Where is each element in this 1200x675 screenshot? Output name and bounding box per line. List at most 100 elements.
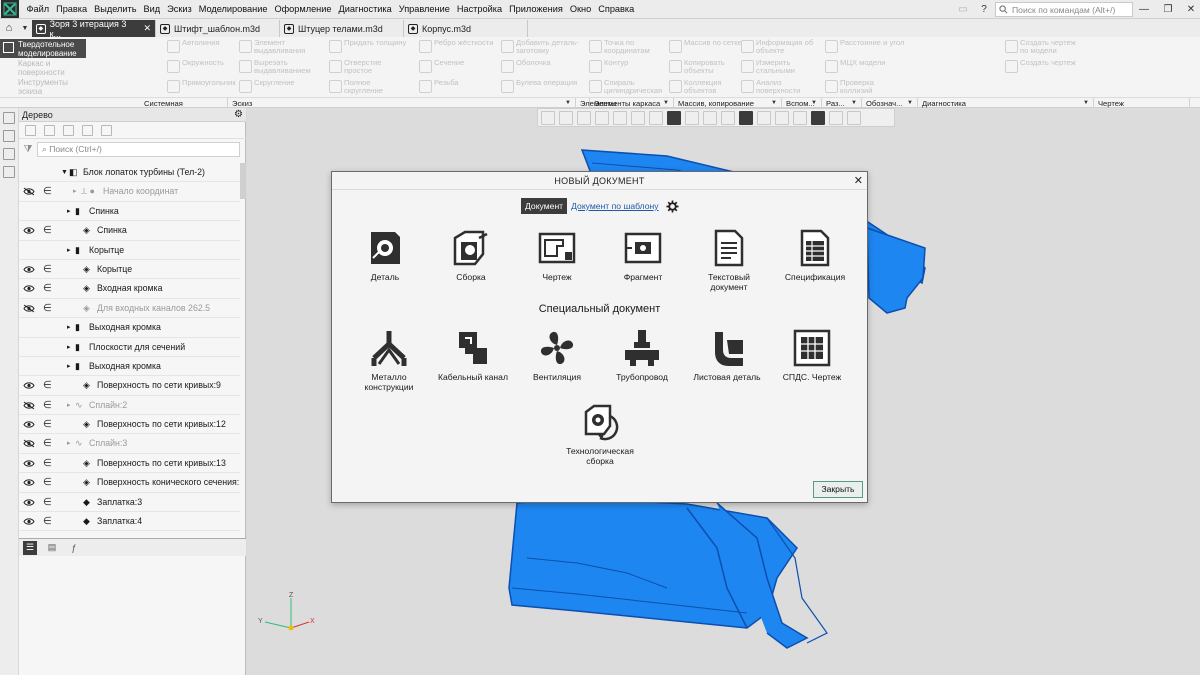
ribbon-tool[interactable]: Коллекция объектов [668,79,750,95]
close-tab-icon[interactable]: ✕ [143,23,151,34]
app-logo-icon[interactable] [1,0,19,18]
document-type-spds-drawing[interactable]: СПДС. Чертеж [772,328,852,382]
eye-icon[interactable] [23,226,35,235]
expand-icon[interactable]: ▸ [67,241,71,259]
tree-row[interactable]: ∈ ◈ Поверхность по сети кривых:12 [19,415,240,435]
parameters-icon[interactable] [3,148,15,160]
tree-row[interactable]: ∈ ◈ Поверхность конического сечения: [19,473,240,493]
ribbon-tool[interactable]: Скругление [238,79,320,93]
menu-item-12[interactable]: Справка [595,0,638,19]
tree-row[interactable]: ▸ ▮ Выходная кромка [19,357,240,377]
menu-item-4[interactable]: Эскиз [164,0,196,19]
tree-row[interactable]: ∈ ◆ Заплатка:3 [19,493,240,513]
include-icon[interactable]: ∈ [43,493,52,511]
ribbon-tool[interactable]: Создать чертеж по модели [1004,39,1086,55]
tab-document[interactable]: Документ [521,198,568,214]
menu-item-2[interactable]: Выделить [91,0,140,19]
ribbon-tool[interactable]: Вырезать выдавливанием [238,59,320,75]
close-window-button[interactable]: ✕ [1180,0,1200,19]
selection-mode-icon[interactable] [739,110,753,125]
menu-item-0[interactable]: Файл [23,0,53,19]
ribbon-tool[interactable]: Булева операция [500,79,582,93]
ribbon-tool[interactable]: Анализ поверхности [740,79,822,95]
tree-row[interactable]: ▸ ▮ Спинка [19,202,240,222]
tree-row[interactable]: ▸ ▮ Выходная кромка [19,318,240,338]
expand-icon[interactable]: ▸ [67,338,71,356]
ribbon-tool[interactable]: Создать чертеж [1004,59,1086,73]
document-type-metal-structures[interactable]: Металло конструкции [349,328,429,392]
ribbon-tool[interactable]: Сечение [418,59,500,73]
zoom-icon[interactable] [541,110,555,125]
tree-row[interactable]: ∈ ◈ Поверхность по сети кривых:9 [19,376,240,396]
ribbon-tool[interactable]: Резьба [418,79,500,93]
document-type-technological-assembly[interactable]: Технологическая сборка [560,402,640,466]
document-type-part[interactable]: Деталь [345,228,425,282]
tree-row[interactable]: ∈ ◆ Заплатка:4 [19,512,240,532]
ribbon-tool[interactable]: Массив по сетке [668,39,750,53]
menu-item-6[interactable]: Оформление [271,0,335,19]
tree-group-icon[interactable] [63,124,74,136]
menu-item-5[interactable]: Моделирование [195,0,271,19]
tree-row[interactable]: ▼ ◧ Блок лопаток турбины (Тел-2) [19,163,240,183]
render-icon[interactable] [775,110,789,125]
include-icon[interactable]: ∈ [43,260,52,278]
properties-icon[interactable] [3,130,15,142]
include-icon[interactable]: ∈ [43,182,52,200]
tab-document-1[interactable]: ◆ Зоря 3 итерация 3 к... ✕ [32,19,156,39]
tab-list-dropdown-icon[interactable]: ▼ [18,19,32,37]
shaded-display-icon[interactable] [667,110,681,125]
tree-row[interactable]: ∈ ◈ Корытце [19,260,240,280]
ribbon-tool[interactable]: Элемент выдавливания [238,39,320,55]
tree-structure-icon[interactable] [25,124,36,136]
home-icon[interactable]: ⌂ [0,19,18,37]
tree-filter-icon[interactable] [82,124,93,136]
settings-gear-icon[interactable] [666,199,679,213]
eye-hidden-icon[interactable] [23,187,35,196]
ribbon-tool[interactable]: Копировать объекты [668,59,750,75]
tree-tab-structure-icon[interactable]: ☰ [23,540,37,555]
measure-icon[interactable] [847,110,861,125]
close-icon[interactable]: ✕ [854,174,863,187]
mode-surfaces[interactable]: Каркас и поверхности [0,59,86,77]
document-type-specification[interactable]: Спецификация [775,228,855,282]
tree-scrollbar[interactable] [240,163,246,199]
collapse-icon[interactable]: ▼ [61,163,68,181]
document-type-pipeline[interactable]: Трубопровод [602,328,682,382]
command-search-input[interactable]: Поиск по командам (Alt+/) [995,2,1133,17]
tree-list-icon[interactable] [44,124,55,136]
tree-row[interactable]: ▸ ▮ Корытце [19,241,240,260]
include-icon[interactable]: ∈ [43,279,52,297]
tree-row[interactable]: ∈ ◈ Для входных каналов 262.5 [19,299,240,319]
eye-icon[interactable] [23,478,35,487]
tree-row[interactable]: ∈ ◈ Входная кромка [19,279,240,299]
include-icon[interactable]: ∈ [43,473,52,491]
ribbon-tool[interactable]: Оболочка [500,59,582,73]
ribbon-tool[interactable]: МЦХ модели [824,59,906,73]
light-icon[interactable] [793,110,807,125]
include-icon[interactable]: ∈ [43,221,52,239]
menu-item-11[interactable]: Окно [566,0,594,19]
tree-search-input[interactable]: ⌕ Поиск (Ctrl+/) [37,141,240,157]
include-icon[interactable]: ∈ [43,454,52,472]
menu-item-10[interactable]: Приложения [506,0,567,19]
tree-layers-icon[interactable] [101,124,112,136]
ribbon-tool[interactable]: Информация об объекте [740,39,822,55]
expand-icon[interactable]: ▸ [67,202,71,220]
include-icon[interactable]: ∈ [43,415,52,433]
tree-row[interactable]: ∈ ▸ ∿ Сплайн:2 [19,396,240,416]
document-type-drawing[interactable]: Чертеж [517,228,597,282]
filter-selection-icon[interactable] [811,110,825,125]
eye-icon[interactable] [23,284,35,293]
ribbon-tool[interactable]: Спираль цилиндрическая [588,79,670,95]
document-type-fragment[interactable]: Фрагмент [603,228,683,282]
orientation-icon[interactable] [631,110,645,125]
include-icon[interactable]: ∈ [43,299,52,317]
tree-row[interactable]: ▸ ▮ Плоскости для сечений [19,338,240,357]
tab-document-3[interactable]: ◆ Штуцер телами.m3d [280,20,404,37]
eye-icon[interactable] [23,498,35,507]
tree-tab-variables-icon[interactable]: ƒ [67,541,81,555]
document-type-ventilation[interactable]: Вентиляция [517,328,597,382]
zoom-window-icon[interactable] [559,110,573,125]
mode-sketch-tools[interactable]: Инструменты эскиза [0,78,86,96]
document-type-sheet-part[interactable]: Листовая деталь [687,328,767,382]
